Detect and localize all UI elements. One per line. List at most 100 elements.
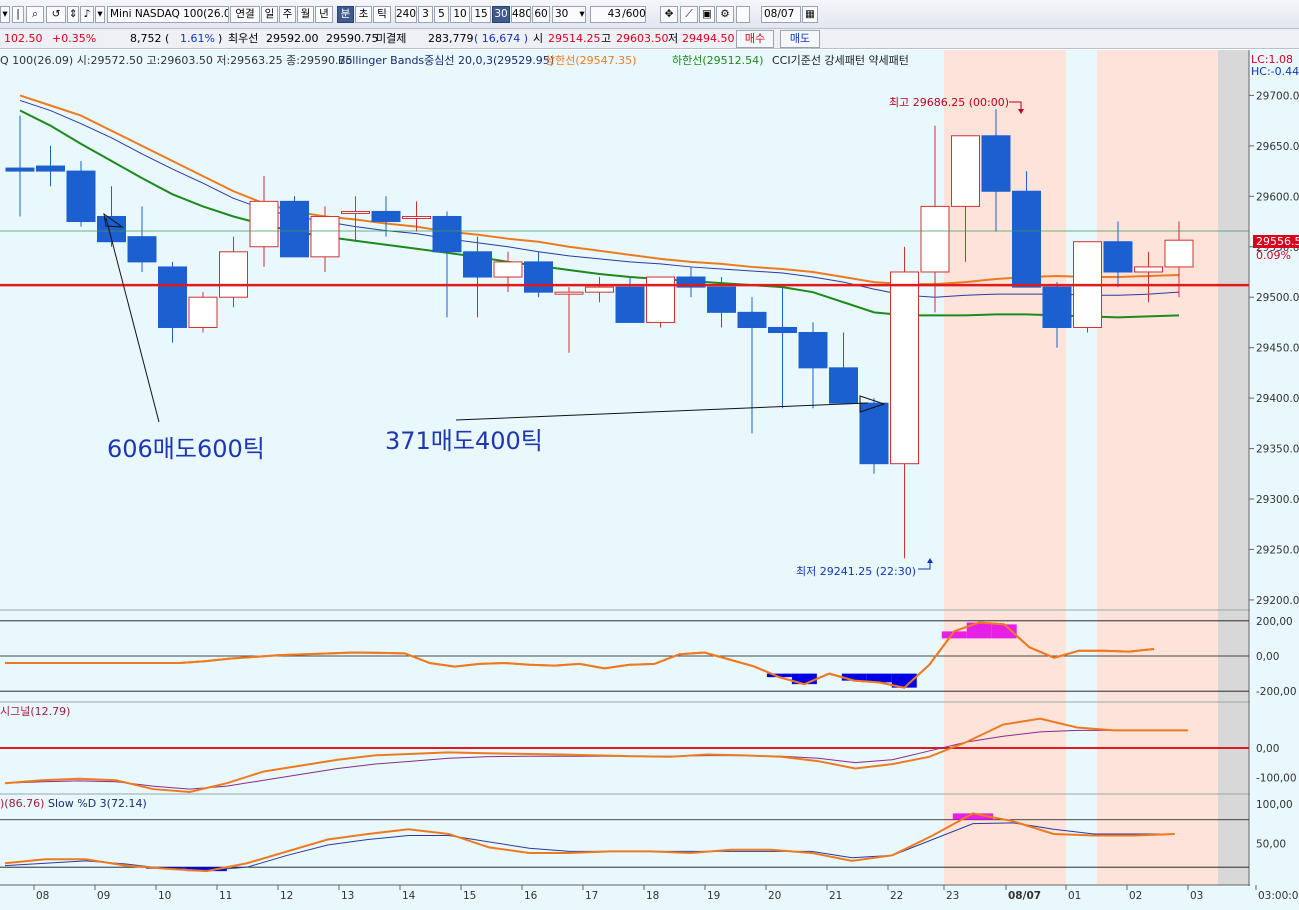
sell-button[interactable]: 매도	[780, 30, 820, 48]
candle-body	[646, 276, 675, 323]
y-tick-label: 29600.00	[1256, 191, 1299, 203]
period-button-minute[interactable]: 분	[337, 6, 354, 23]
y-tick-label: 29400.00	[1256, 393, 1299, 405]
chart-canvas[interactable]: 29700.0029650.0029600.0029550.0029500.00…	[0, 50, 1299, 910]
interval-button-10[interactable]: 10	[450, 6, 470, 23]
reset-icon[interactable]: ↺	[46, 6, 66, 23]
x-tick-label: 18	[646, 890, 659, 902]
crosshair-icon[interactable]: ✥	[660, 6, 678, 23]
candle-body	[249, 200, 279, 248]
sound-icon[interactable]: ♪	[80, 6, 94, 23]
stoch-tick-label: 50,00	[1256, 838, 1286, 850]
save-icon[interactable]: ▣	[699, 6, 715, 23]
change-pct: +0.35%	[52, 32, 97, 45]
candle-body	[432, 215, 462, 253]
period-button-second[interactable]: 초	[355, 6, 372, 23]
period-button-month[interactable]: 월	[297, 6, 314, 23]
interval-button-3[interactable]: 3	[418, 6, 433, 23]
y-tick-label: 29700.00	[1256, 90, 1299, 102]
date-input[interactable]: 08/07	[761, 6, 801, 23]
cci-tick-label: 200,00	[1256, 616, 1293, 628]
candle-body	[829, 367, 858, 404]
candle-body	[66, 170, 96, 223]
stoch-tick-label: 100,00	[1256, 799, 1293, 811]
candle-body	[5, 167, 35, 172]
annotation-text-1[interactable]: 606매도600틱	[107, 435, 265, 463]
dropdown-arrow-icon[interactable]: ▾	[578, 7, 586, 24]
candle-body	[524, 261, 553, 293]
interval-button-15[interactable]: 15	[471, 6, 491, 23]
high-marker-label: 최고 29686.25 (00:00)	[889, 96, 1009, 109]
candle-body	[219, 251, 248, 298]
candle-body	[463, 251, 492, 278]
period-button-tick[interactable]: 틱	[373, 6, 391, 23]
candle-body	[341, 210, 370, 214]
chart-area[interactable]: 29700.0029650.0029600.0029550.0029500.00…	[0, 50, 1299, 910]
trend-icon[interactable]: ⟋	[680, 6, 698, 23]
search-icon[interactable]: ⌕	[26, 6, 44, 23]
change-value: 102.50	[4, 32, 43, 45]
volume-paren-close: )	[218, 32, 223, 45]
legend-bb-upper: 상한선(29547.35)	[545, 54, 636, 67]
candle-body	[493, 261, 523, 278]
buy-button[interactable]: 매수	[736, 30, 774, 48]
main-toolbar: ▾ | ⌕ ↺ ⇕ ♪ ▾ Mini NASDAQ 100(26.0 연결 일 …	[0, 0, 1299, 29]
candle-body	[1042, 286, 1072, 328]
separator-icon: |	[12, 6, 24, 23]
interval-button-240[interactable]: 240	[395, 6, 417, 23]
period-button-year[interactable]: 년	[315, 6, 333, 23]
y-tick-label: 29350.00	[1256, 444, 1299, 456]
annotation-line-2[interactable]	[455, 402, 869, 421]
open-value: 29514.25	[548, 32, 601, 45]
legend-hc: HC:-0.44	[1251, 65, 1299, 78]
symbol-input[interactable]: Mini NASDAQ 100(26.0	[107, 6, 229, 23]
interval-button-480[interactable]: 480	[511, 6, 531, 23]
volume-pct: 1.61%	[180, 32, 215, 45]
interval-button-60[interactable]: 60	[532, 6, 550, 23]
candle-body	[554, 291, 584, 295]
oi-change: ( 16,674 )	[474, 32, 529, 45]
candle-body	[1164, 239, 1194, 268]
candle-body	[158, 266, 187, 328]
volume-value: 8,752	[130, 32, 162, 45]
period-button-linked[interactable]: 연결	[230, 6, 260, 23]
gear-icon[interactable]: ⚙	[716, 6, 734, 23]
x-tick-label: 21	[829, 890, 842, 902]
macd-tick-label: 0,00	[1256, 743, 1279, 755]
x-tick-label: 08	[36, 890, 49, 902]
calendar-icon[interactable]: ▦	[802, 6, 818, 23]
period-button-day[interactable]: 일	[261, 6, 278, 23]
best-label: 최우선	[228, 32, 259, 45]
cci-tick-label: -200,00	[1256, 686, 1297, 698]
annotation-text-2[interactable]: 371매도400틱	[385, 427, 543, 455]
x-tick-label: 14	[402, 890, 416, 902]
high-label: 고	[601, 32, 612, 45]
x-tick-label: 22	[890, 890, 903, 902]
x-tick-label: 20	[768, 890, 781, 902]
dropdown-arrow-icon[interactable]: ▾	[0, 6, 10, 23]
candle-body	[310, 215, 340, 258]
price-tag-pct: 0.09%	[1256, 249, 1291, 262]
low-marker-arrowhead	[927, 558, 933, 563]
scroll-arrows-icon[interactable]: ⇕	[67, 6, 79, 23]
candle-body	[585, 286, 614, 293]
period-button-week[interactable]: 주	[279, 6, 296, 23]
x-tick-label: 15	[463, 890, 476, 902]
x-tick-label: 03:00:00	[1258, 890, 1299, 902]
checkbox[interactable]	[736, 6, 750, 23]
candle-body	[707, 286, 736, 313]
interval-button-30[interactable]: 30	[492, 6, 510, 23]
volume-paren-open: (	[165, 32, 170, 45]
dropdown-arrow-icon[interactable]: ▾	[95, 6, 105, 23]
x-tick-label: 16	[524, 890, 538, 902]
candle-body	[981, 135, 1011, 192]
low-value: 29494.50	[682, 32, 735, 45]
x-tick-label: 03	[1190, 890, 1203, 902]
low-marker-label: 최저 29241.25 (22:30)	[796, 565, 916, 578]
x-tick-label: 13	[341, 890, 354, 902]
high-value: 29603.50	[616, 32, 669, 45]
legend-price-info: Q 100(26.09) 시:29572.50 고:29603.50 저:295…	[0, 54, 352, 67]
signal-label: 시그널(12.79)	[0, 705, 70, 718]
interval-button-5[interactable]: 5	[434, 6, 449, 23]
candle-body	[859, 402, 889, 465]
